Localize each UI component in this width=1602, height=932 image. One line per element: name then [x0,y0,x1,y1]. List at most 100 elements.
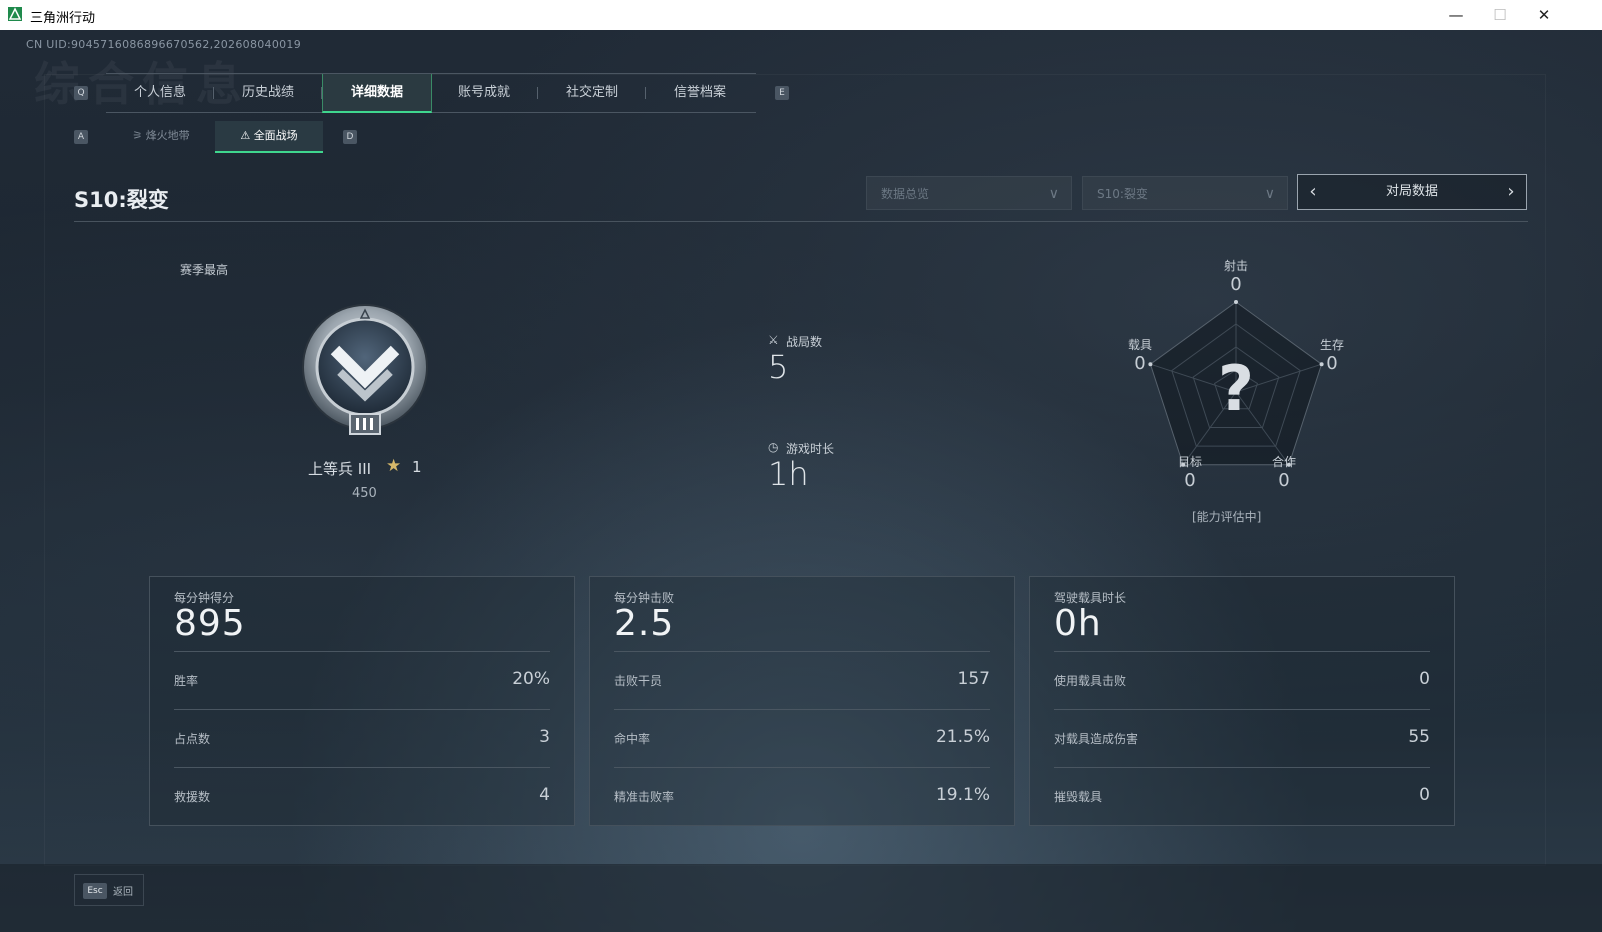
matches-value: 5 [768,348,789,386]
row-label: 胜率 [174,674,199,688]
radar-value-vehicle: 0 [1134,353,1146,374]
subtab-prev-key[interactable]: A [74,130,88,144]
card-row: 对载具造成伤害 55 [1054,709,1430,768]
row-value: 0 [1419,669,1430,689]
tab-reputation[interactable]: 信誉档案 [646,74,754,112]
season-high-label: 赛季最高 [180,263,229,277]
warfare-icon: ⚠ [240,129,251,142]
stat-card-vehicle: 驾驶载具时长 0h 使用载具击败 0 对载具造成伤害 55 摧毁载具 0 [1029,576,1455,826]
subtab-hazard-zone[interactable]: ⚞ 烽火地带 [107,121,215,151]
card-row: 击败干员 157 [614,651,990,710]
rank-star-count: 1 [412,458,422,476]
row-label: 命中率 [614,732,651,746]
row-value: 19.1% [935,785,990,805]
subtab-warfare[interactable]: ⚠ 全面战场 [215,121,323,153]
window-title: 三角洲行动 [30,11,96,26]
season-dropdown[interactable]: S10:裂变 ∨ [1082,176,1288,210]
row-label: 使用载具击败 [1054,674,1127,688]
tab-personal-info[interactable]: 个人信息 [106,74,214,112]
navigator-label: 对局数据 [1385,184,1438,199]
card-row: 胜率 20% [174,651,550,710]
question-mark-icon: ? [1218,352,1254,425]
radar-value-objective: 0 [1184,470,1196,491]
card-row: 占点数 3 [174,709,550,768]
card-head-value: 0h [1054,603,1102,644]
chevron-down-icon: ∨ [1264,186,1275,202]
radar-value-shooting: 0 [1230,274,1242,295]
subtab-next-key[interactable]: D [343,130,357,144]
bottom-bar [0,864,1602,932]
tab-label: 个人信息 [133,85,186,100]
tab-prev-key[interactable]: Q [74,86,88,100]
star-icon: ★ [386,456,402,476]
tab-label: 信誉档案 [673,85,726,100]
tab-label: 历史战绩 [241,85,294,100]
row-value: 3 [539,727,550,747]
row-value: 157 [957,669,990,689]
game-stage: 综合信息 CN UID:9045716086896670562,20260804… [0,30,1602,932]
esc-key-hint: Esc [83,883,107,899]
radar-label-vehicle: 载具 [1127,338,1152,352]
row-value: 4 [539,785,550,805]
rank-name: 上等兵 III [308,460,372,478]
radar-label-teamwork: 合作 [1271,455,1296,469]
row-value: 20% [512,669,550,689]
tab-label: 社交定制 [565,85,618,100]
dropdown-value: S10:裂变 [1097,187,1148,201]
radar-label-shooting: 射击 [1223,259,1248,273]
close-button[interactable]: ✕ [1522,2,1566,28]
dropdown-value: 数据总览 [881,187,930,201]
chevron-right-icon[interactable]: › [1496,175,1526,209]
chevron-down-icon: ∨ [1048,186,1059,202]
data-type-dropdown[interactable]: 数据总览 ∨ [866,176,1072,210]
row-label: 击败干员 [614,674,663,688]
app-logo-icon [8,7,22,21]
row-label: 对载具造成伤害 [1054,732,1139,746]
tab-label: 详细数据 [350,85,403,100]
hazard-zone-icon: ⚞ [132,129,143,142]
tab-next-key[interactable]: E [775,86,789,100]
tab-detailed-data[interactable]: 详细数据 [322,74,432,113]
card-head-value: 2.5 [614,603,675,644]
tab-social-customize[interactable]: 社交定制 [538,74,646,112]
card-row: 精准击败率 19.1% [614,767,990,826]
stat-card-kills: 每分钟击败 2.5 击败干员 157 命中率 21.5% 精准击败率 19.1% [589,576,1015,826]
subtab-label: 全面战场 [253,129,298,142]
clock-icon: ◷ [768,440,779,454]
chevron-left-icon[interactable]: ‹ [1298,175,1328,209]
radar-value-survival: 0 [1326,353,1338,374]
row-label: 精准击败率 [614,790,675,804]
crossed-swords-icon: ⚔ [768,333,779,347]
minimize-button[interactable]: — [1434,2,1478,28]
row-label: 占点数 [174,732,211,746]
window-titlebar: 三角洲行动 — ☐ ✕ [0,0,1602,30]
maximize-button[interactable]: ☐ [1478,2,1522,28]
radar-label-objective: 目标 [1177,455,1202,469]
radar-label-survival: 生存 [1319,338,1344,352]
row-value: 0 [1419,785,1430,805]
tab-match-history[interactable]: 历史战绩 [214,74,322,112]
playtime-value: 1h [768,455,809,493]
rank-badge-icon [302,304,428,435]
ability-radar-chart: ? [1148,300,1324,467]
card-row: 使用载具击败 0 [1054,651,1430,710]
matches-label: 战局数 [786,335,823,349]
row-value: 21.5% [935,727,990,747]
back-button[interactable]: Esc 返回 [74,874,144,906]
card-head-value: 895 [174,603,246,644]
card-row: 救援数 4 [174,767,550,826]
radar-status: [能力评估中] [1192,510,1262,524]
data-navigator: ‹ 对局数据 › [1297,174,1527,210]
row-value: 55 [1408,727,1430,747]
tab-label: 账号成就 [457,85,510,100]
back-label: 返回 [113,887,133,898]
rank-score: 450 [352,486,377,501]
stat-card-score: 每分钟得分 895 胜率 20% 占点数 3 救援数 4 [149,576,575,826]
subtab-label: 烽火地带 [145,129,190,142]
row-label: 救援数 [174,790,211,804]
radar-value-teamwork: 0 [1278,470,1290,491]
card-row: 摧毁载具 0 [1054,767,1430,826]
header-divider [74,221,1528,222]
primary-tabs: 个人信息 历史战绩 详细数据 账号成就 社交定制 信誉档案 [106,73,756,113]
tab-achievements[interactable]: 账号成就 [430,74,538,112]
